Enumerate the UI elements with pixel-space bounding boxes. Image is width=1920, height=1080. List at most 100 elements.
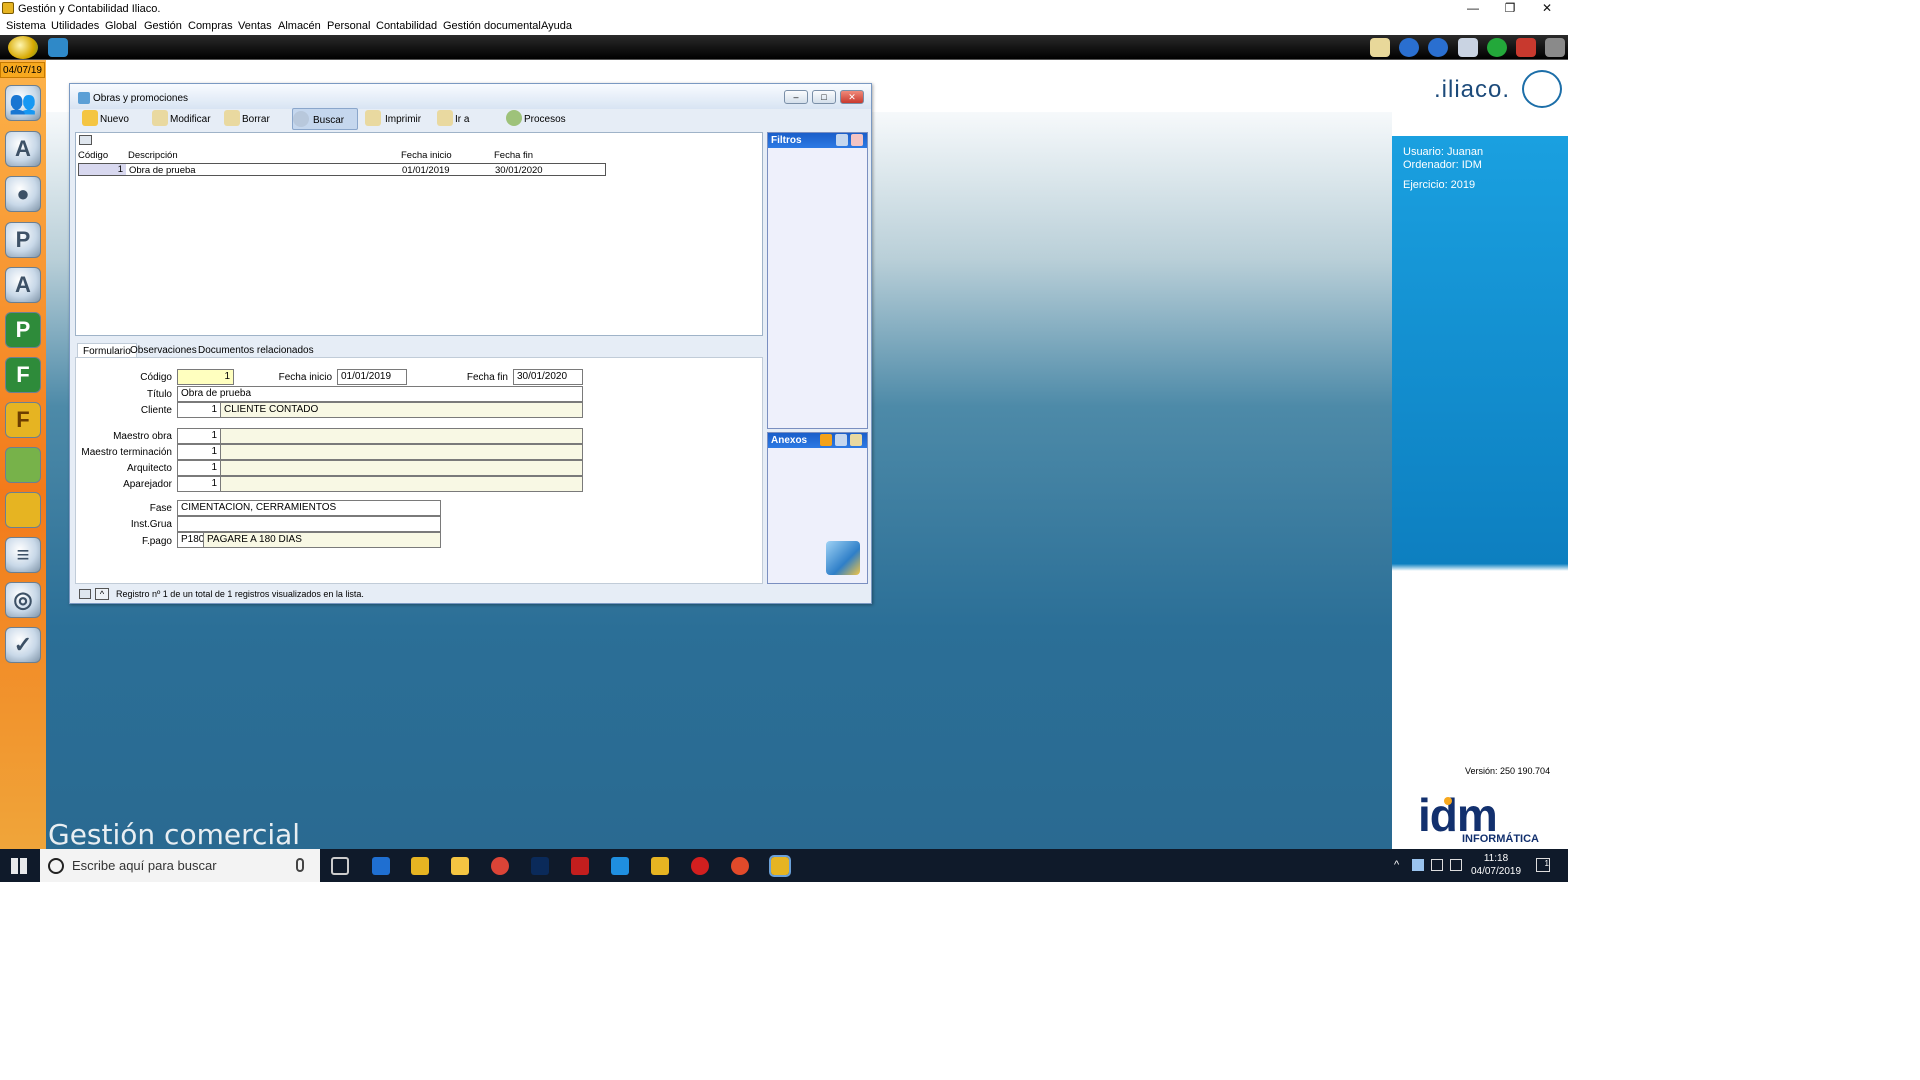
folder-icon[interactable]: [5, 492, 41, 528]
fc-icon[interactable]: F: [5, 402, 41, 438]
iliaco-taskbar-icon[interactable]: [769, 855, 791, 877]
print-icon: [365, 110, 381, 126]
mail-icon[interactable]: [1370, 38, 1390, 57]
dropbox-icon[interactable]: [1412, 859, 1424, 871]
codigo-label: Código: [140, 372, 172, 383]
close-window-icon[interactable]: [1516, 38, 1536, 57]
menu-personal[interactable]: Personal: [327, 20, 370, 32]
disc-icon[interactable]: ◎: [5, 582, 41, 618]
menu-almacen[interactable]: Almacén: [278, 20, 321, 32]
close-button[interactable]: ✕: [1529, 0, 1565, 18]
app-icon-2[interactable]: [651, 857, 669, 875]
grua-label: Inst.Grua: [130, 519, 172, 530]
minimize-button[interactable]: —: [1455, 0, 1491, 18]
maestro-obra-field[interactable]: 1: [177, 428, 221, 444]
menu-gestion-documental[interactable]: Gestión documental: [443, 20, 541, 32]
dialog-maximize-button[interactable]: □: [812, 90, 836, 104]
chrome-icon[interactable]: [491, 857, 509, 875]
taskbar-search[interactable]: Escribe aquí para buscar: [40, 849, 320, 882]
tab-documentos[interactable]: Documentos relacionados: [193, 343, 319, 358]
dialog-minimize-button[interactable]: –: [784, 90, 808, 104]
fecha-inicio-field[interactable]: 01/01/2019: [337, 369, 407, 385]
col-fecha-inicio[interactable]: Fecha inicio: [401, 150, 452, 161]
clock-date: 04/07/2019: [1470, 866, 1522, 877]
fase-label: Fase: [149, 503, 172, 514]
help-icon[interactable]: [1487, 38, 1507, 57]
ledger-icon[interactable]: ≡: [5, 537, 41, 573]
menu-gestion[interactable]: Gestión: [144, 20, 182, 32]
tray-chevron-icon[interactable]: ^: [1394, 859, 1399, 871]
aparejador-field[interactable]: 1: [177, 476, 221, 492]
filter-settings-icon[interactable]: [836, 134, 848, 146]
grua-field[interactable]: [177, 516, 441, 532]
processes-button[interactable]: Procesos: [506, 108, 578, 130]
filezilla-icon[interactable]: [571, 857, 589, 875]
forward-arrow-icon[interactable]: [1428, 38, 1448, 57]
window-icon[interactable]: [1458, 38, 1478, 57]
delete-button[interactable]: Borrar: [224, 108, 286, 130]
f-icon[interactable]: F: [5, 357, 41, 393]
app-icon-1[interactable]: [411, 857, 429, 875]
new-button[interactable]: Nuevo: [82, 108, 142, 130]
app-icon-3[interactable]: [731, 857, 749, 875]
status-list-icon[interactable]: [79, 589, 91, 599]
people-icon[interactable]: 👥: [5, 85, 41, 121]
task-view-icon[interactable]: [331, 857, 349, 875]
menu-contabilidad[interactable]: Contabilidad: [376, 20, 437, 32]
menu-utilidades[interactable]: Utilidades: [51, 20, 99, 32]
maestro-term-field[interactable]: 1: [177, 444, 221, 460]
menu-sistema[interactable]: Sistema: [6, 20, 46, 32]
menu-compras[interactable]: Compras: [188, 20, 233, 32]
letter-a-icon[interactable]: A: [5, 131, 41, 167]
edit-button[interactable]: Modificar: [152, 108, 224, 130]
user-p-icon[interactable]: P: [5, 222, 41, 258]
arquitecto-field[interactable]: 1: [177, 460, 221, 476]
attachment-add-icon[interactable]: [820, 434, 832, 446]
globe-check-icon[interactable]: ✓: [5, 627, 41, 663]
attachment-folder-icon[interactable]: [850, 434, 862, 446]
file-explorer-icon[interactable]: [451, 857, 469, 875]
volume-icon[interactable]: [1450, 859, 1462, 871]
version-label: Versión: 250 190.704: [1465, 766, 1551, 776]
photoshop-icon[interactable]: [531, 857, 549, 875]
codigo-field[interactable]: 1: [177, 369, 234, 385]
cliente-code-field[interactable]: 1: [177, 402, 221, 418]
edge-icon[interactable]: [372, 857, 390, 875]
windows-start-icon[interactable]: [11, 858, 27, 874]
p-icon[interactable]: P: [5, 312, 41, 348]
dx-icon[interactable]: [691, 857, 709, 875]
clock[interactable]: 11:18 04/07/2019: [1466, 852, 1526, 878]
titulo-field[interactable]: Obra de prueba: [177, 386, 583, 402]
tools-icon[interactable]: [1545, 38, 1565, 57]
goto-button[interactable]: Ir a: [437, 108, 487, 130]
fase-field[interactable]: CIMENTACION, CERRAMIENTOS: [177, 500, 441, 516]
chevron-up-icon[interactable]: ^: [95, 588, 109, 600]
filter-close-icon[interactable]: [851, 134, 863, 146]
network-icon[interactable]: [1431, 859, 1443, 871]
print-button[interactable]: Imprimir: [365, 108, 431, 130]
table-row[interactable]: 1 Obra de prueba 01/01/2019 30/01/2020: [78, 163, 606, 176]
microphone-icon[interactable]: [296, 858, 304, 872]
menu-ayuda[interactable]: Ayuda: [541, 20, 572, 32]
menu-ventas[interactable]: Ventas: [238, 20, 272, 32]
tab-observaciones[interactable]: Observaciones: [125, 343, 202, 358]
list-options-icon[interactable]: [79, 135, 92, 145]
box-icon[interactable]: [48, 38, 68, 57]
bag-icon[interactable]: [5, 447, 41, 483]
menu-global[interactable]: Global: [105, 20, 137, 32]
search-button[interactable]: Buscar: [292, 108, 358, 130]
col-descripcion[interactable]: Descripción: [128, 150, 178, 161]
user-icon[interactable]: ●: [5, 176, 41, 212]
restore-button[interactable]: ❐: [1492, 0, 1528, 18]
fecha-fin-field[interactable]: 30/01/2020: [513, 369, 583, 385]
internet-explorer-icon[interactable]: [611, 857, 629, 875]
col-codigo[interactable]: Código: [78, 150, 108, 161]
home-orb-icon[interactable]: [8, 36, 38, 59]
attachment-settings-icon[interactable]: [835, 434, 847, 446]
dialog-close-button[interactable]: ✕: [840, 90, 864, 104]
notifications-icon[interactable]: 1: [1536, 858, 1550, 872]
user-a-icon[interactable]: A: [5, 267, 41, 303]
fpago-code-field[interactable]: P180: [177, 532, 204, 548]
back-arrow-icon[interactable]: [1399, 38, 1419, 57]
col-fecha-fin[interactable]: Fecha fin: [494, 150, 533, 161]
